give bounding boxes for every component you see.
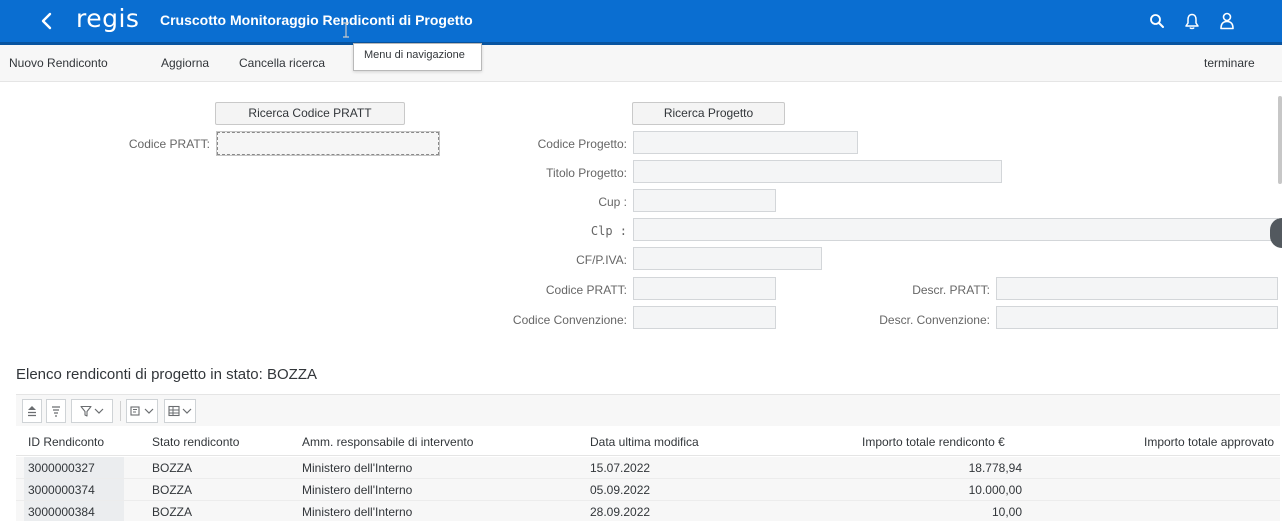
codice-pratt-label: Codice PRATT: xyxy=(128,137,210,151)
app-logo[interactable]: regis xyxy=(76,4,139,33)
cell-importo: 10.000,00 xyxy=(968,483,1022,497)
table-toolbar xyxy=(16,394,1280,426)
cell-id: 3000000384 xyxy=(24,501,124,521)
chevron-down-icon xyxy=(94,408,104,414)
cell-amm: Ministero dell'Interno xyxy=(302,461,413,475)
table-header: ID Rendiconto Stato rendiconto Amm. resp… xyxy=(16,426,1280,456)
column-header-id[interactable]: ID Rendiconto xyxy=(28,435,104,449)
codice-pratt-right-label: Codice PRATT: xyxy=(545,283,627,297)
codice-convenzione-label: Codice Convenzione: xyxy=(512,313,627,327)
codice-pratt-right-input[interactable] xyxy=(633,277,776,300)
app-title[interactable]: Cruscotto Monitoraggio Rendiconti di Pro… xyxy=(160,12,473,28)
column-header-data[interactable]: Data ultima modifica xyxy=(590,435,699,449)
codice-progetto-label: Codice Progetto: xyxy=(537,137,627,151)
new-rendiconto-button[interactable]: Nuovo Rendiconto xyxy=(9,56,108,70)
titolo-progetto-label: Titolo Progetto: xyxy=(546,166,627,180)
search-project-button[interactable]: Ricerca Progetto xyxy=(632,102,785,125)
cell-data: 28.09.2022 xyxy=(590,505,651,519)
cell-data: 05.09.2022 xyxy=(590,483,651,497)
descr-pratt-label: Descr. PRATT: xyxy=(912,283,990,297)
exit-button[interactable]: terminare xyxy=(1204,56,1255,70)
back-button[interactable] xyxy=(34,8,60,34)
cell-data: 15.07.2022 xyxy=(590,461,651,475)
text-cursor-icon xyxy=(343,22,349,38)
side-panel-handle[interactable] xyxy=(1270,218,1282,248)
toolbar: Nuovo Rendiconto Aggiorna Cancella ricer… xyxy=(0,45,1282,82)
cell-stato: BOZZA xyxy=(152,461,193,475)
clp-input[interactable] xyxy=(633,218,1278,241)
descr-convenzione-input[interactable] xyxy=(996,306,1278,329)
cell-stato: BOZZA xyxy=(152,505,193,519)
codice-pratt-input[interactable] xyxy=(216,131,440,156)
cell-stato: BOZZA xyxy=(152,483,193,497)
notifications-button[interactable] xyxy=(1180,9,1204,33)
table-row[interactable]: 3000000374 BOZZA Ministero dell'Interno … xyxy=(16,479,1280,501)
column-header-stato[interactable]: Stato rendiconto xyxy=(152,435,239,449)
titolo-progetto-input[interactable] xyxy=(633,160,1002,183)
cell-importo: 10,00 xyxy=(991,505,1022,519)
layout-icon xyxy=(130,406,140,416)
search-pratt-button[interactable]: Ricerca Codice PRATT xyxy=(215,102,405,125)
table-row[interactable]: 3000000384 BOZZA Ministero dell'Interno … xyxy=(16,501,1280,521)
refresh-button[interactable]: Aggiorna xyxy=(161,56,209,70)
toolbar-separator xyxy=(120,401,121,421)
navigation-menu-tooltip: Menu di navigazione xyxy=(353,43,482,71)
column-header-importo[interactable]: Importo totale rendiconto € xyxy=(862,435,1005,449)
cf-piva-label: CF/P.IVA: xyxy=(576,253,627,267)
chevron-down-icon xyxy=(144,408,154,414)
sort-ascending-icon xyxy=(28,406,36,417)
cup-input[interactable] xyxy=(633,189,776,212)
cell-amm: Ministero dell'Interno xyxy=(302,505,413,519)
export-button[interactable] xyxy=(164,399,196,423)
filter-icon xyxy=(80,405,92,417)
cell-amm: Ministero dell'Interno xyxy=(302,483,413,497)
chevron-down-icon xyxy=(182,408,192,414)
search-icon xyxy=(1150,14,1164,28)
chevron-left-icon xyxy=(41,12,52,30)
table-row[interactable]: 3000000327 BOZZA Ministero dell'Interno … xyxy=(16,457,1280,479)
clp-label: Clp : xyxy=(590,224,627,238)
sort-descending-icon xyxy=(52,406,60,417)
spreadsheet-icon xyxy=(168,405,180,417)
table-section-title: Elenco rendiconti di progetto in stato: … xyxy=(16,366,317,383)
user-button[interactable] xyxy=(1215,9,1239,33)
cell-id: 3000000374 xyxy=(24,479,124,500)
column-header-approvato[interactable]: Importo totale approvato xyxy=(1144,435,1274,449)
vertical-scrollbar[interactable] xyxy=(1278,96,1282,184)
codice-convenzione-input[interactable] xyxy=(633,306,776,329)
filter-button[interactable] xyxy=(71,399,113,423)
cf-piva-input[interactable] xyxy=(633,247,822,270)
sort-descending-button[interactable] xyxy=(46,399,66,423)
bell-icon xyxy=(1185,13,1199,29)
column-header-amm[interactable]: Amm. responsabile di intervento xyxy=(302,435,473,449)
cell-importo: 18.778,94 xyxy=(968,461,1022,475)
cup-label: Cup : xyxy=(598,195,627,209)
clear-search-button[interactable]: Cancella ricerca xyxy=(239,56,325,70)
cell-id: 3000000327 xyxy=(24,457,124,478)
sort-ascending-button[interactable] xyxy=(22,399,42,423)
codice-progetto-input[interactable] xyxy=(633,131,858,154)
layout-button[interactable] xyxy=(126,399,158,423)
search-button[interactable] xyxy=(1145,9,1169,33)
descr-convenzione-label: Descr. Convenzione: xyxy=(879,313,990,327)
user-icon xyxy=(1220,12,1234,30)
descr-pratt-input[interactable] xyxy=(996,277,1278,300)
